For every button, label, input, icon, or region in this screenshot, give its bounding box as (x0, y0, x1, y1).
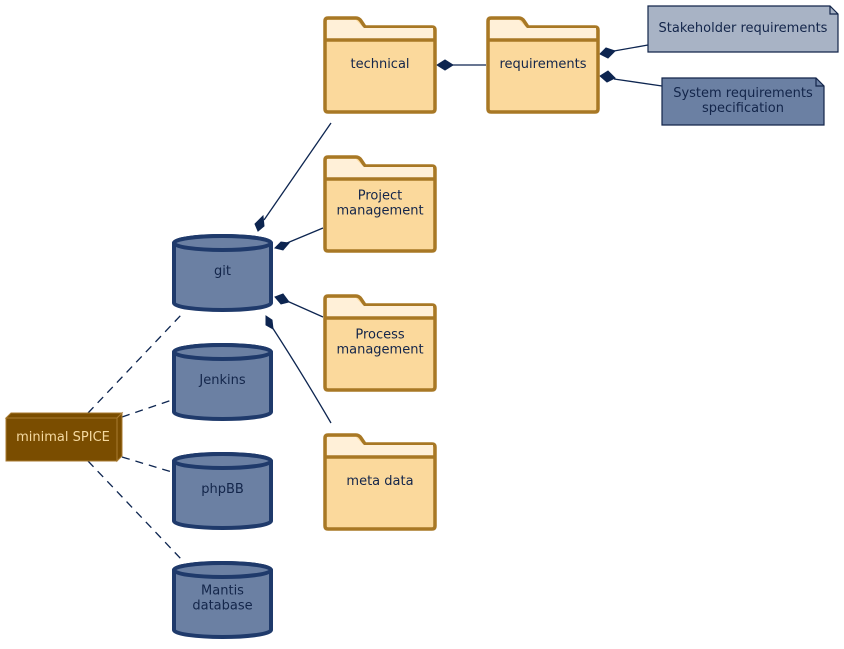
database-jenkins[interactable]: Jenkins (172, 343, 273, 421)
diagram-canvas: minimal SPICE git Jenkins phpBB Mantisdatab… (4, 5, 839, 639)
database-label: Mantis (201, 584, 244, 599)
edge-minimal-spice-jenkins (121, 399, 173, 418)
folder-requirements[interactable]: requirements (486, 16, 600, 114)
database-git[interactable]: git (172, 234, 273, 312)
folder-label: Project (358, 189, 402, 204)
folder-project-management[interactable]: Projectmanagement (323, 155, 437, 253)
edge-minimal-spice-phpbb (121, 456, 173, 473)
database-label: phpBB (201, 482, 244, 497)
edge-minimal-spice-mantis (87, 460, 183, 561)
database-label: database (192, 599, 252, 614)
diamond-git-meta-data (265, 315, 274, 330)
diamond-requirements-stakeholder (599, 47, 616, 59)
folder-technical[interactable]: technical (323, 16, 437, 114)
diamond-git-project-management (274, 241, 290, 251)
edge-git-technical (263, 122, 332, 221)
edge-git-process-management (286, 300, 324, 318)
edge-requirements-stakeholder (613, 44, 649, 52)
diamond-git-process-management (274, 293, 290, 305)
note-system-requirements-specification[interactable]: System requirementsspecification (661, 77, 825, 126)
note-stakeholder-requirements[interactable]: Stakeholder requirements (647, 5, 839, 53)
node-minimal-spice[interactable]: minimal SPICE (4, 411, 124, 463)
database-top (172, 343, 273, 361)
database-mantis[interactable]: Mantisdatabase (172, 561, 273, 639)
database-top (172, 561, 273, 579)
node-side-face (116, 411, 123, 463)
edge-git-project-management (286, 227, 324, 244)
database-phpbb[interactable]: phpBB (172, 452, 273, 530)
folder-label: Process (355, 328, 405, 343)
folder-label: requirements (500, 57, 587, 72)
note-label: Stakeholder requirements (659, 21, 828, 36)
folder-label: technical (350, 57, 409, 72)
folder-tab (327, 437, 433, 456)
database-top (172, 234, 273, 252)
folder-meta-data[interactable]: meta data (323, 433, 437, 531)
node-top-face (4, 412, 124, 419)
node-label: minimal SPICE (16, 430, 110, 445)
folder-label: management (336, 204, 423, 219)
folder-tab (327, 20, 433, 39)
note-label: specification (702, 101, 784, 116)
edge-minimal-spice-git (87, 313, 183, 414)
folder-tab (490, 20, 596, 39)
database-label: Jenkins (198, 373, 245, 388)
diamond-technical-requirements (436, 59, 454, 71)
database-top (172, 452, 273, 470)
folder-label: meta data (346, 474, 413, 489)
folder-label: management (336, 343, 423, 358)
folder-process-management[interactable]: Processmanagement (323, 294, 437, 392)
edge-git-meta-data (271, 326, 332, 424)
folder-tab (327, 298, 433, 317)
database-label: git (214, 264, 231, 279)
diamond-git-technical (254, 214, 265, 232)
edge-requirements-system (613, 78, 663, 87)
note-label: System requirements (673, 86, 813, 101)
folder-tab (327, 159, 433, 178)
diamond-requirements-system (599, 70, 616, 83)
